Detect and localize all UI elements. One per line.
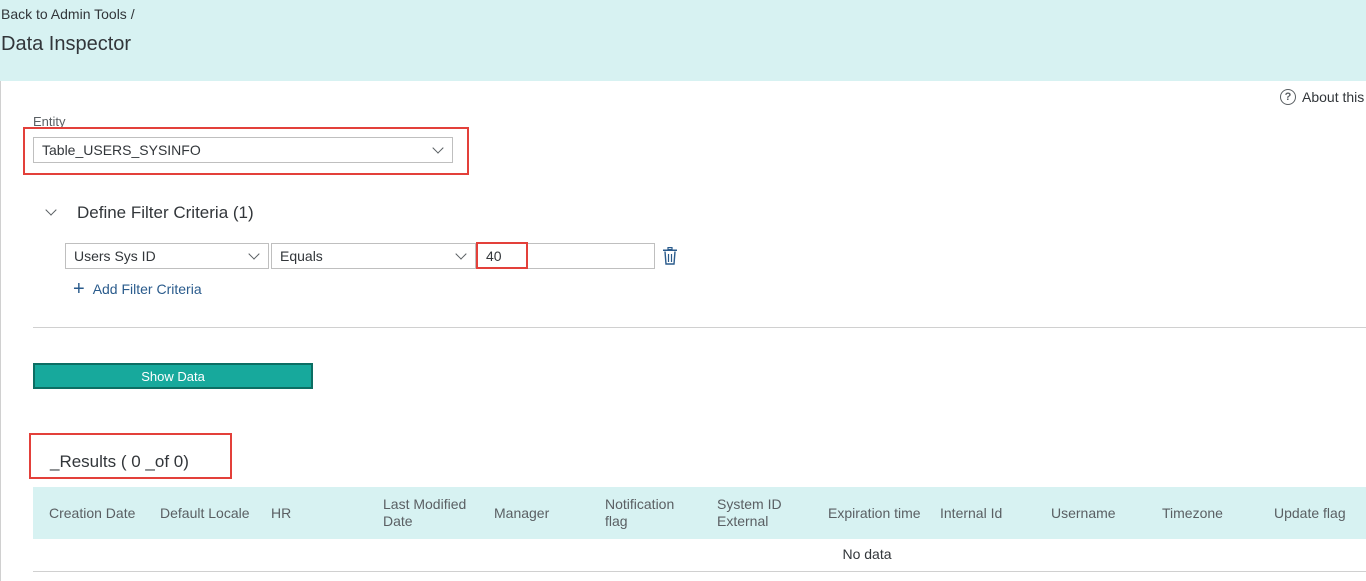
chevron-down-icon (432, 142, 444, 154)
breadcrumb[interactable]: Back to Admin Tools / (1, 6, 135, 22)
divider (33, 327, 1366, 328)
column-header[interactable]: Timezone (1162, 487, 1267, 539)
filter-section-title: Define Filter Criteria (1) (77, 203, 254, 222)
column-header[interactable]: HR (271, 487, 376, 539)
add-filter-link[interactable]: + Add Filter Criteria (73, 278, 202, 300)
chevron-down-icon (248, 248, 260, 260)
filter-operator-select[interactable]: Equals (271, 243, 476, 269)
highlight-box-value (476, 242, 528, 269)
column-header[interactable]: Manager (494, 487, 599, 539)
column-header[interactable]: Username (1051, 487, 1156, 539)
table-bottom-border (33, 571, 1366, 572)
column-header[interactable]: Creation Date (49, 487, 154, 539)
chevron-down-icon[interactable] (45, 204, 57, 216)
results-table-header: Creation Date Default Locale HR Last Mod… (33, 487, 1366, 539)
about-label: About this (1302, 89, 1365, 105)
entity-select[interactable]: Table_USERS_SYSINFO (33, 137, 453, 163)
no-data-message: No data (842, 546, 892, 562)
chevron-down-icon (455, 248, 467, 260)
entity-select-value: Table_USERS_SYSINFO (42, 142, 201, 158)
column-header[interactable]: Update flag (1274, 487, 1366, 539)
add-filter-label: Add Filter Criteria (92, 281, 202, 297)
column-header[interactable]: System ID External (717, 487, 807, 539)
left-border (0, 81, 1, 581)
filter-field-select[interactable]: Users Sys ID (65, 243, 269, 269)
show-data-button[interactable]: Show Data (33, 363, 313, 389)
column-header[interactable]: Notification flag (605, 487, 695, 539)
column-header[interactable]: Last Modified Date (383, 487, 483, 539)
help-icon: ? (1280, 89, 1296, 105)
page-title: Data Inspector (1, 33, 132, 55)
trash-icon[interactable] (662, 247, 678, 265)
page-header: Back to Admin Tools / Data Inspector (0, 0, 1366, 81)
results-title: _Results ( 0 _of 0) (50, 452, 189, 471)
filter-operator-value: Equals (280, 248, 323, 264)
filter-field-value: Users Sys ID (74, 248, 156, 264)
column-header[interactable]: Default Locale (160, 487, 265, 539)
column-header[interactable]: Internal Id (940, 487, 1045, 539)
column-header[interactable]: Expiration time (828, 487, 933, 539)
plus-icon: + (73, 278, 85, 300)
filter-section-header[interactable]: Define Filter Criteria (1) (45, 203, 254, 223)
about-link[interactable]: ? About this (1280, 89, 1364, 105)
